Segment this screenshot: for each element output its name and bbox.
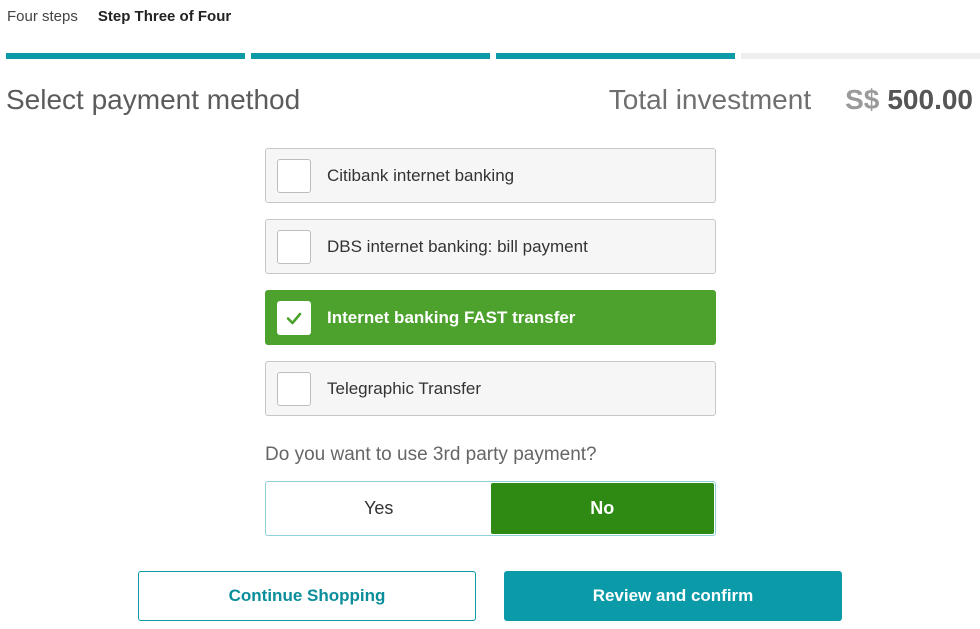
- page-title: Select payment method: [6, 84, 301, 115]
- payment-option-fast-transfer[interactable]: Internet banking FAST transfer: [265, 290, 716, 345]
- check-icon: [286, 312, 302, 324]
- payment-option-checkbox[interactable]: [277, 229, 311, 264]
- current-step-label: Step Three of Four: [97, 8, 232, 25]
- total-investment-label: Total investment: [608, 84, 812, 115]
- payment-options: Citibank internet banking DBS internet b…: [265, 148, 716, 432]
- total-amount: 500.00: [887, 84, 973, 115]
- total-investment: Total investment S$ 500.00: [609, 84, 973, 116]
- third-party-toggle: Yes No: [265, 481, 716, 536]
- progress-segment-2: [251, 53, 490, 59]
- third-party-yes-button[interactable]: Yes: [267, 483, 491, 534]
- payment-option-checkbox[interactable]: [277, 371, 311, 406]
- payment-option-checkbox[interactable]: [277, 300, 311, 335]
- payment-option-label: DBS internet banking: bill payment: [327, 236, 588, 256]
- payment-option-label: Citibank internet banking: [327, 165, 515, 185]
- payment-option-label: Internet banking FAST transfer: [327, 307, 576, 327]
- payment-option-telegraphic[interactable]: Telegraphic Transfer: [265, 361, 716, 416]
- progress-segment-4: [741, 53, 980, 59]
- steps-count-label: Four steps: [7, 8, 78, 25]
- continue-shopping-button[interactable]: Continue Shopping: [138, 571, 476, 621]
- currency-symbol: S$: [845, 84, 880, 115]
- steps-header: Four steps Step Three of Four: [7, 8, 231, 25]
- progress-segment-3: [496, 53, 735, 59]
- payment-option-label: Telegraphic Transfer: [327, 378, 482, 398]
- third-party-no-button[interactable]: No: [490, 483, 714, 534]
- step-progress-bar: [6, 53, 980, 59]
- progress-segment-1: [6, 53, 245, 59]
- payment-option-dbs[interactable]: DBS internet banking: bill payment: [265, 219, 716, 274]
- payment-option-checkbox[interactable]: [277, 158, 311, 193]
- review-and-confirm-button[interactable]: Review and confirm: [504, 571, 842, 621]
- third-party-question: Do you want to use 3rd party payment?: [265, 444, 597, 465]
- payment-option-citibank[interactable]: Citibank internet banking: [265, 148, 716, 203]
